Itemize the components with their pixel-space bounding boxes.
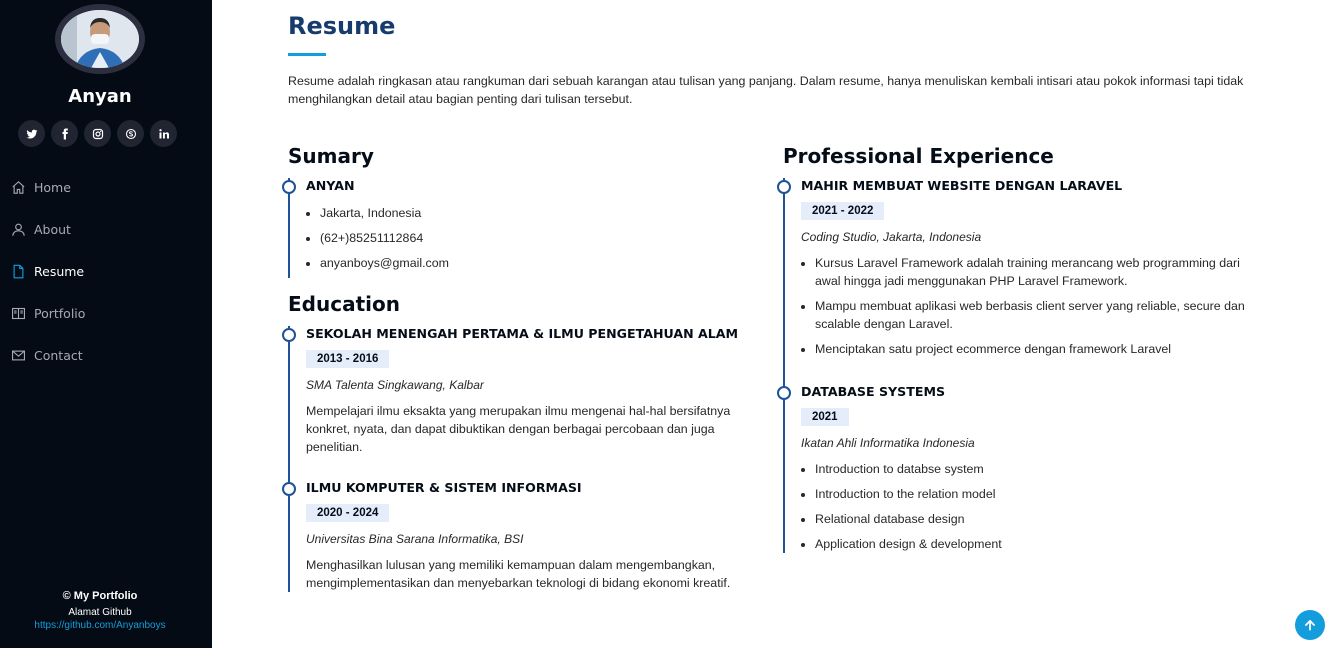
nav-item-about[interactable]: About — [0, 208, 212, 250]
education-heading: Education — [288, 292, 400, 316]
education-date: 2020 - 2024 — [306, 504, 390, 522]
experience-point: Application design & development — [815, 535, 1253, 553]
copyright-symbol: © — [62, 590, 71, 602]
summary-list: Jakarta, Indonesia (62+)85251112864 anya… — [306, 204, 758, 272]
summary-location: Jakarta, Indonesia — [320, 204, 758, 222]
nav-item-portfolio[interactable]: Portfolio — [0, 292, 212, 334]
profile-name: Anyan — [68, 86, 132, 107]
experience-title: DATABASE SYSTEMS — [801, 384, 946, 399]
experience-list: Kursus Laravel Framework adalah training… — [801, 254, 1253, 358]
github-label: Alamat Github — [68, 607, 132, 618]
facebook-icon — [62, 128, 68, 139]
book-icon — [12, 307, 25, 319]
nav-label-resume: Resume — [34, 263, 85, 279]
experience-point: Kursus Laravel Framework adalah training… — [815, 254, 1253, 290]
experience-item: DATABASE SYSTEMS 2021 Ikatan Ahli Inform… — [777, 384, 1253, 553]
nav-label-portfolio: Portfolio — [34, 305, 86, 321]
github-link[interactable]: https://github.com/Anyanboys — [34, 620, 165, 631]
summary-email: anyanboys@gmail.com — [320, 254, 758, 272]
sidebar-footer: © My Portfolio Alamat Github https://git… — [0, 590, 200, 631]
social-links — [18, 120, 177, 147]
back-to-top-button[interactable] — [1295, 610, 1325, 640]
left-column: Sumary ANYAN Jakarta, Indonesia (62+)852… — [282, 144, 758, 592]
linkedin-link[interactable] — [150, 120, 177, 147]
education-date: 2013 - 2016 — [306, 350, 390, 368]
skype-link[interactable] — [117, 120, 144, 147]
education-title: ILMU KOMPUTER & SISTEM INFORMASI — [306, 480, 582, 495]
nav-menu: Home About Resume Portfolio Contact — [0, 166, 212, 376]
experience-point: Introduction to the relation model — [815, 485, 1253, 503]
facebook-link[interactable] — [51, 120, 78, 147]
experience-title: MAHIR MEMBUAT WEBSITE DENGAN LARAVEL — [801, 178, 1123, 193]
home-icon — [12, 180, 25, 194]
experience-point: Mampu membuat aplikasi web berbasis clie… — [815, 297, 1253, 333]
avatar — [55, 4, 145, 74]
summary-item: ANYAN Jakarta, Indonesia (62+)8525111286… — [282, 178, 758, 278]
summary-phone: (62+)85251112864 — [320, 229, 758, 247]
experience-item: MAHIR MEMBUAT WEBSITE DENGAN LARAVEL 202… — [777, 178, 1253, 384]
experience-org: Ikatan Ahli Informatika Indonesia — [801, 436, 975, 450]
experience-date: 2021 - 2022 — [801, 202, 885, 220]
file-icon — [13, 264, 24, 278]
experience-org: Coding Studio, Jakarta, Indonesia — [801, 230, 982, 244]
summary-name: ANYAN — [306, 178, 355, 193]
education-org: SMA Talenta Singkawang, Kalbar — [306, 378, 484, 392]
experience-list: Introduction to databse system Introduct… — [801, 460, 1253, 553]
resume-section: Resume Resume adalah ringkasan atau rang… — [212, 0, 1336, 648]
nav-label-home: Home — [34, 179, 71, 195]
person-icon — [12, 223, 25, 236]
linkedin-icon — [158, 128, 169, 138]
experience-heading: Professional Experience — [783, 144, 1054, 168]
envelope-icon — [12, 350, 25, 360]
copyright: © My Portfolio — [0, 590, 200, 602]
title-underline — [288, 53, 326, 56]
intro-text: Resume adalah ringkasan atau rangkuman d… — [288, 74, 1244, 106]
nav-item-home[interactable]: Home — [0, 166, 212, 208]
nav-label-about: About — [34, 221, 71, 237]
education-org: Universitas Bina Sarana Informatika, BSI — [306, 532, 524, 546]
nav-label-contact: Contact — [34, 347, 83, 363]
twitter-icon — [26, 129, 37, 139]
profile-photo — [61, 10, 139, 68]
instagram-link[interactable] — [84, 120, 111, 147]
experience-point: Menciptakan satu project ecommerce denga… — [815, 340, 1253, 358]
sidebar: Anyan Home About Resume Portfolio Contac… — [0, 0, 212, 648]
twitter-link[interactable] — [18, 120, 45, 147]
nav-item-resume[interactable]: Resume — [0, 250, 212, 292]
experience-point: Introduction to databse system — [815, 460, 1253, 478]
education-desc: Mempelajari ilmu eksakta yang merupakan … — [306, 404, 731, 454]
experience-point: Relational database design — [815, 510, 1253, 528]
experience-date: 2021 — [801, 408, 849, 426]
nav-item-contact[interactable]: Contact — [0, 334, 212, 376]
education-item: SEKOLAH MENENGAH PERTAMA & ILMU PENGETAH… — [282, 326, 758, 480]
arrow-up-icon — [1305, 620, 1315, 631]
copyright-text: My Portfolio — [73, 590, 138, 602]
page-title: Resume — [288, 12, 396, 40]
skype-icon — [125, 128, 136, 139]
summary-heading: Sumary — [288, 144, 374, 168]
instagram-icon — [92, 128, 103, 139]
education-title: SEKOLAH MENENGAH PERTAMA & ILMU PENGETAH… — [306, 326, 739, 341]
education-item: ILMU KOMPUTER & SISTEM INFORMASI 2020 - … — [282, 480, 758, 592]
right-column: Professional Experience MAHIR MEMBUAT WE… — [777, 144, 1253, 553]
education-desc: Menghasilkan lulusan yang memiliki kemam… — [306, 558, 731, 590]
